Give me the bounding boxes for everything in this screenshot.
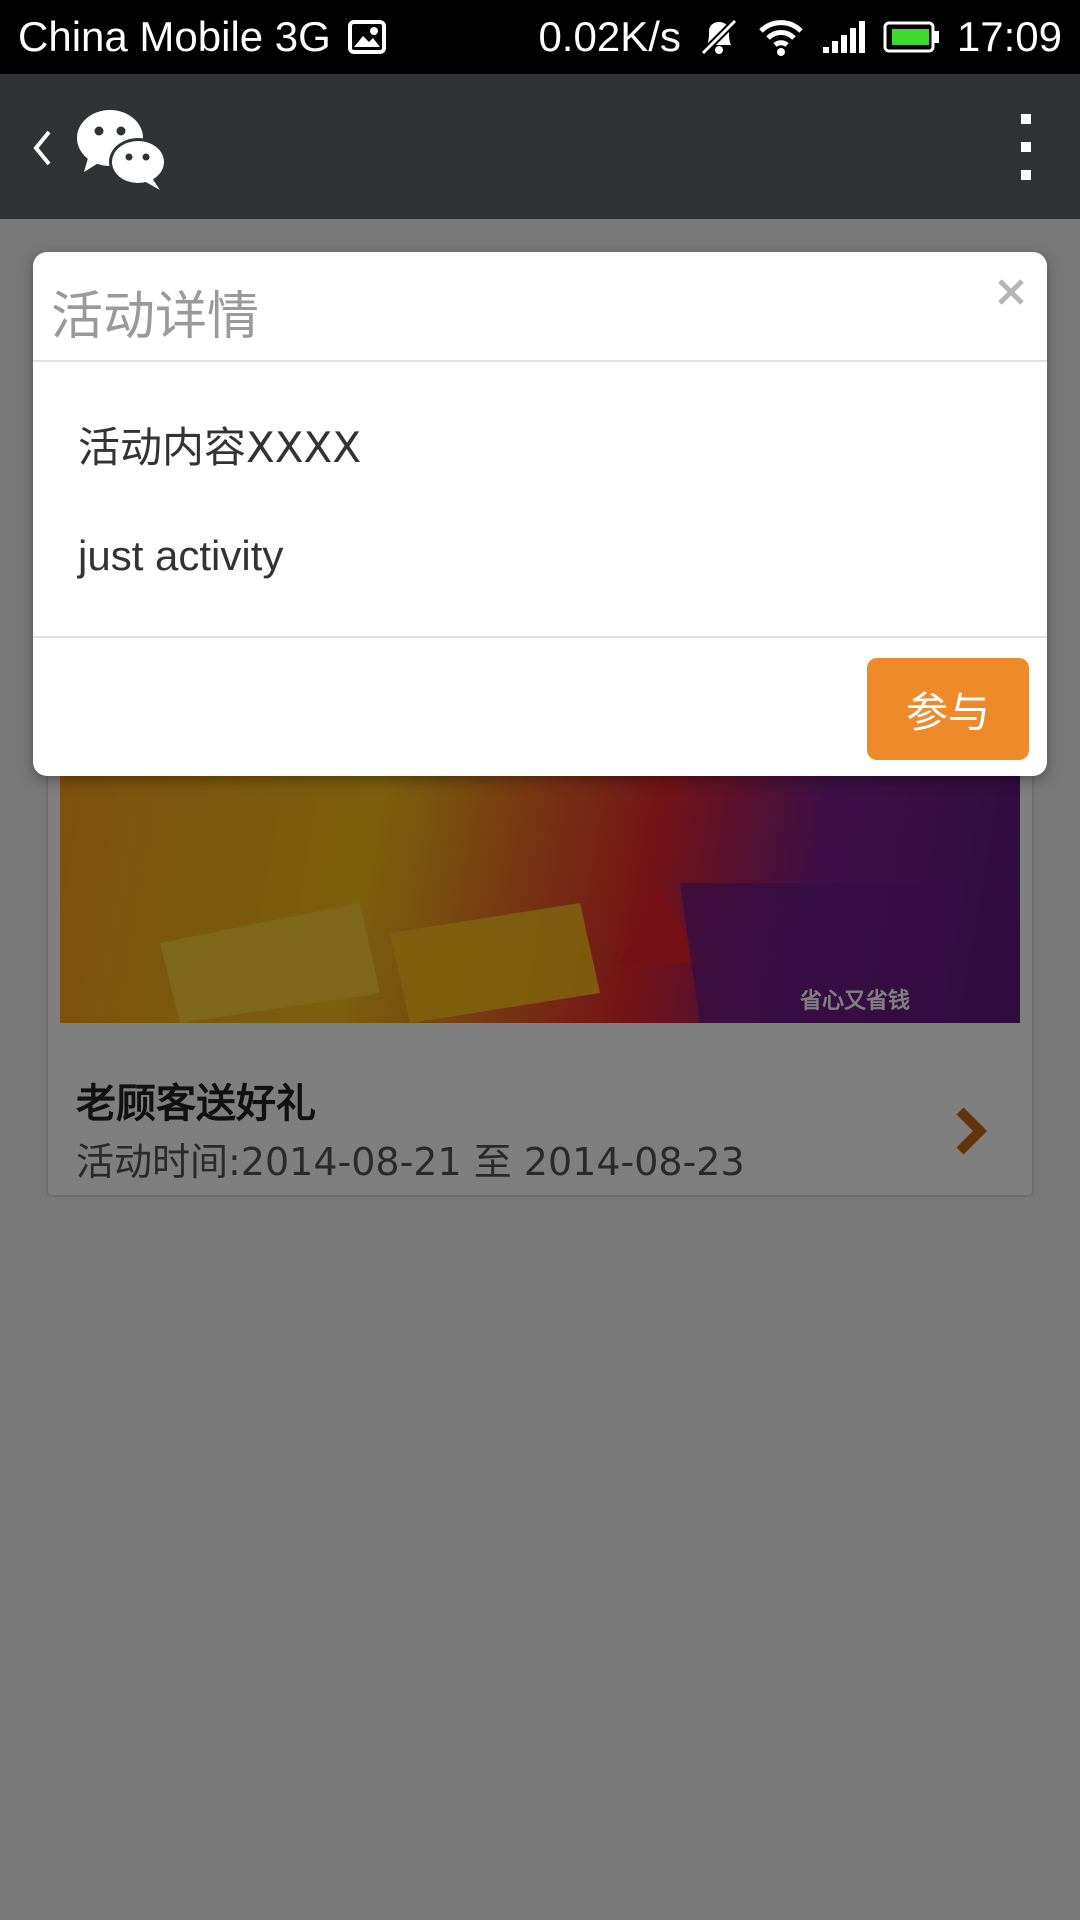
dialog-body: 活动内容XXXX just activity: [33, 362, 1047, 632]
wechat-logo: [74, 104, 170, 194]
app-bar: [0, 74, 1080, 219]
more-icon-dot: [1021, 142, 1031, 152]
status-bar: China Mobile 3G 0.02K/s 17:09: [0, 0, 1080, 74]
dialog-title: 活动详情: [51, 287, 260, 347]
dialog-footer: 参与: [33, 636, 1047, 776]
more-options-button[interactable]: [1012, 114, 1040, 180]
activity-content-line: just activity: [78, 532, 284, 579]
wifi-icon: [757, 17, 805, 57]
join-button[interactable]: 参与: [867, 658, 1029, 760]
back-button[interactable]: [22, 120, 62, 176]
more-icon-dot: [1021, 114, 1031, 124]
network-speed: 0.02K/s: [538, 13, 681, 60]
clock: 17:09: [956, 13, 1062, 60]
activity-content-line: 活动内容XXXX: [78, 423, 362, 472]
activity-detail-dialog: 活动详情 活动内容XXXX just activity 参与: [33, 252, 1047, 776]
status-left: China Mobile 3G: [18, 13, 387, 61]
carrier-label: China Mobile 3G: [18, 13, 331, 60]
dialog-header: 活动详情: [33, 252, 1047, 362]
image-icon: [347, 19, 387, 55]
status-right: 0.02K/s 17:09: [538, 13, 1062, 61]
more-icon-dot: [1021, 170, 1031, 180]
back-icon: [33, 130, 51, 166]
battery-icon: [883, 20, 941, 54]
mute-icon: [697, 17, 741, 57]
close-button[interactable]: [993, 274, 1029, 310]
signal-icon: [821, 19, 867, 55]
close-icon: [998, 279, 1024, 305]
